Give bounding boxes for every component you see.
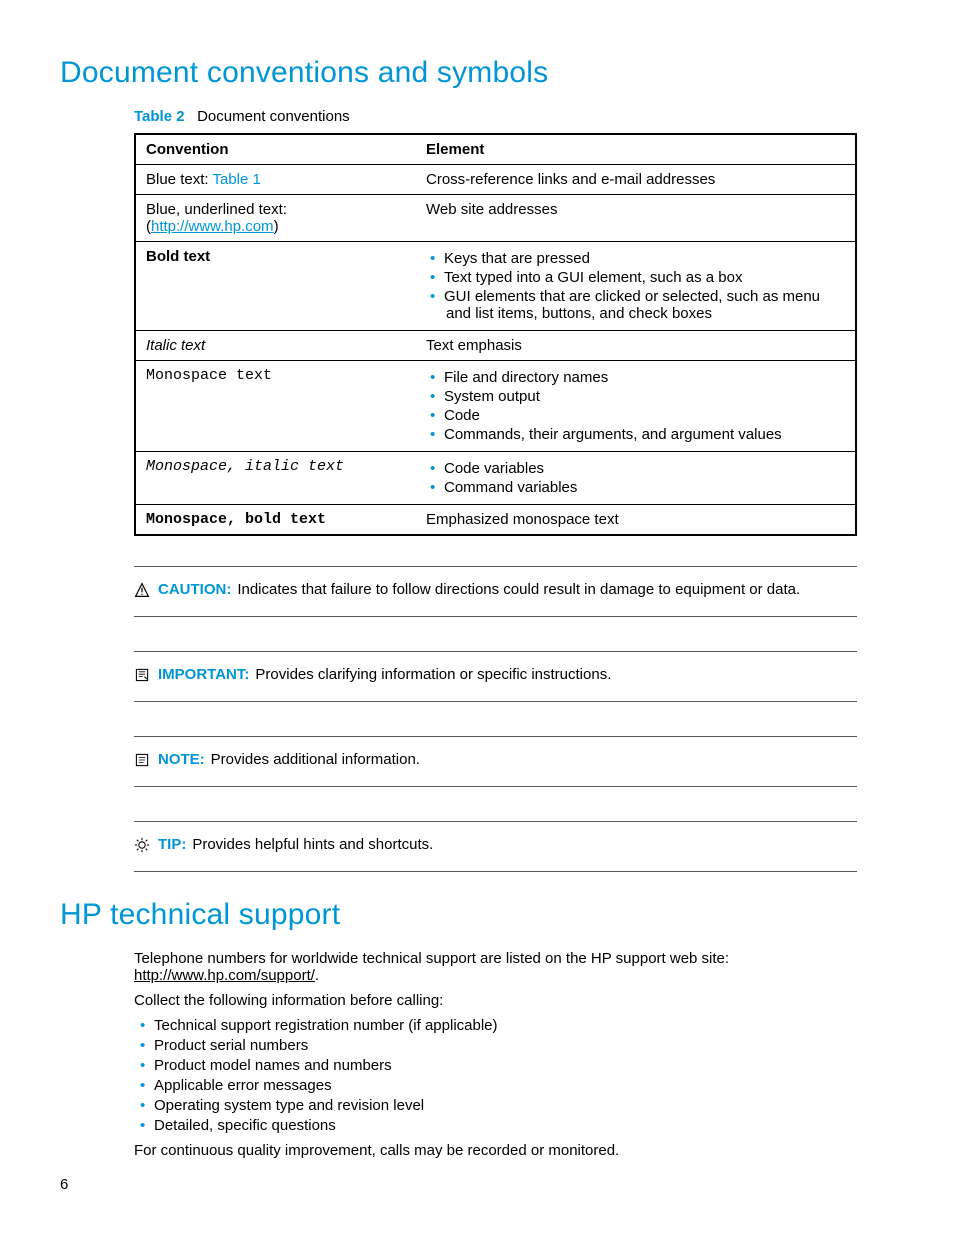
admon-text: Provides additional information. [211,751,888,768]
tip-icon [134,837,152,857]
caution-icon [134,582,152,602]
admon-text: Provides clarifying information or speci… [255,666,888,683]
text: Bold text [146,248,210,265]
table-row: Blue, underlined text: (http://www.hp.co… [135,195,856,242]
th-element: Element [416,134,856,165]
th-convention: Convention [135,134,416,165]
list-item: File and directory names [446,369,845,386]
table-header-row: Convention Element [135,134,856,165]
table-caption: Table 2 Document conventions [134,108,888,125]
conv-bold: Bold text [135,242,416,331]
list-item: Text typed into a GUI element, such as a… [446,269,845,286]
text: Blue text: [146,171,212,188]
admonition-note: NOTE: Provides additional information. [134,745,888,778]
admon-label: NOTE: [158,751,205,768]
list-item: System output [446,388,845,405]
support-link[interactable]: http://www.hp.com/support/ [134,967,315,984]
conv-mono-italic: Monospace, italic text [135,452,416,505]
table-row: Monospace, bold text Emphasized monospac… [135,505,856,536]
elem-mono-italic: Code variables Command variables [416,452,856,505]
table-row: Monospace, italic text Code variables Co… [135,452,856,505]
web-link[interactable]: http://www.hp.com [151,218,274,235]
text: . [315,967,319,984]
text: Telephone numbers for worldwide technica… [134,950,729,967]
divider [134,566,857,567]
list-item: Keys that are pressed [446,250,845,267]
conventions-table: Convention Element Blue text: Table 1 Cr… [134,133,857,536]
admon-text: Indicates that failure to follow directi… [237,581,888,598]
admon-label: TIP: [158,836,186,853]
list-item: Product model names and numbers [158,1057,888,1074]
admonition-important: IMPORTANT: Provides clarifying informati… [134,660,888,693]
divider [134,736,857,737]
note-icon [134,752,152,772]
support-list: Technical support registration number (i… [134,1017,888,1134]
text: Monospace, italic text [146,458,344,475]
table-row: Italic text Text emphasis [135,331,856,361]
list-item: Code variables [446,460,845,477]
elem-italic: Text emphasis [416,331,856,361]
elem-web: Web site addresses [416,195,856,242]
heading-support: HP technical support [60,898,888,932]
conv-blue-text: Blue text: Table 1 [135,165,416,195]
admon-text: Provides helpful hints and shortcuts. [192,836,888,853]
table-label: Table 2 [134,108,185,125]
table-row: Bold text Keys that are pressed Text typ… [135,242,856,331]
list-item: Detailed, specific questions [158,1117,888,1134]
conv-mono-bold: Monospace, bold text [135,505,416,536]
admonition-tip: TIP: Provides helpful hints and shortcut… [134,830,888,863]
list-item: Code [446,407,845,424]
text: Blue, underlined text: [146,201,287,218]
list-item: Technical support registration number (i… [158,1017,888,1034]
admon-label: IMPORTANT: [158,666,249,683]
elem-crossref: Cross-reference links and e-mail address… [416,165,856,195]
list-item: GUI elements that are clicked or selecte… [446,288,845,322]
admonition-caution: CAUTION: Indicates that failure to follo… [134,575,888,608]
heading-conventions: Document conventions and symbols [60,56,888,90]
divider [134,786,857,787]
list-item: Command variables [446,479,845,496]
divider [134,821,857,822]
page-number: 6 [60,1176,68,1193]
list-item: Commands, their arguments, and argument … [446,426,845,443]
divider [134,616,857,617]
table-caption-text: Document conventions [197,108,350,125]
list-item: Product serial numbers [158,1037,888,1054]
important-icon [134,667,152,687]
list-item: Operating system type and revision level [158,1097,888,1114]
list-item: Applicable error messages [158,1077,888,1094]
divider [134,701,857,702]
elem-monospace: File and directory names System output C… [416,361,856,452]
text: Italic text [146,337,205,354]
divider [134,651,857,652]
conv-italic: Italic text [135,331,416,361]
admon-label: CAUTION: [158,581,231,598]
cross-ref-link[interactable]: Table 1 [212,171,260,188]
divider [134,871,857,872]
conv-blue-underlined: Blue, underlined text: (http://www.hp.co… [135,195,416,242]
elem-mono-bold: Emphasized monospace text [416,505,856,536]
support-intro: Telephone numbers for worldwide technica… [134,950,888,984]
text: Monospace, bold text [146,511,326,528]
table-row: Monospace text File and directory names … [135,361,856,452]
conv-monospace: Monospace text [135,361,416,452]
elem-bold: Keys that are pressed Text typed into a … [416,242,856,331]
table-row: Blue text: Table 1 Cross-reference links… [135,165,856,195]
support-collect: Collect the following information before… [134,992,888,1009]
support-recorded: For continuous quality improvement, call… [134,1142,888,1159]
